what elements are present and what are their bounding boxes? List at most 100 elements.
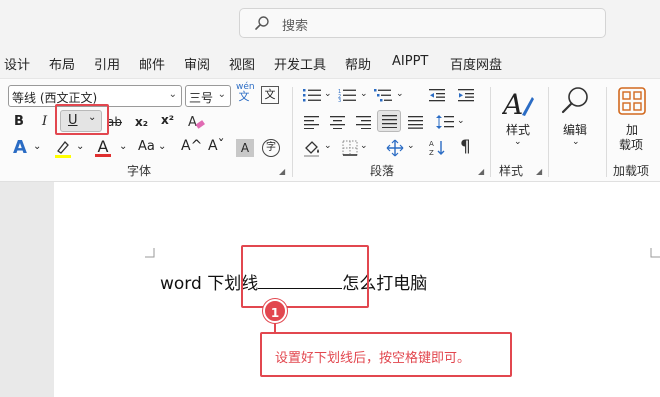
editing-button[interactable]: 编辑 ⌄ — [556, 85, 596, 155]
magnifier-icon — [561, 87, 588, 114]
margin-corner-mark — [145, 248, 155, 258]
styles-button-label: 样式 — [506, 123, 531, 137]
callout-text: 设置好下划线后，按空格键即可。 — [275, 351, 471, 366]
chevron-down-icon: ⌄ — [360, 89, 368, 99]
addins-group-label: 加载项 — [613, 164, 650, 178]
text-effects-button[interactable]: A — [13, 137, 27, 158]
distributed-icon[interactable] — [408, 115, 424, 129]
styles-group-label: 样式 — [499, 164, 524, 178]
enclose-characters-label: 字 — [266, 142, 276, 153]
group-divider — [292, 87, 293, 177]
font-size-select[interactable]: 三号 ⌄ — [185, 85, 231, 107]
enclose-characters-button[interactable]: 字 — [262, 139, 280, 157]
addins-label-line2: 载项 — [619, 138, 644, 152]
font-size-value: 三号 — [189, 91, 214, 105]
decrease-indent-icon[interactable] — [429, 88, 447, 102]
enclose-char-button[interactable]: 文 — [261, 86, 279, 104]
chevron-down-icon: ⌄ — [360, 141, 368, 151]
justify-icon — [382, 115, 397, 128]
superscript-button[interactable]: x² — [161, 113, 174, 127]
align-right-icon[interactable] — [356, 115, 372, 129]
tab-aippt[interactable]: AIPPT — [392, 54, 428, 69]
tab-design[interactable]: 设计 — [4, 54, 30, 73]
enclose-char-label: 文 — [264, 88, 276, 101]
numbering-icon[interactable]: 1 2 3 — [338, 88, 360, 102]
shading-icon[interactable] — [303, 139, 321, 157]
ribbon-tabs: 设计 布局 引用 邮件 审阅 视图 开发工具 帮助 AIPPT 百度网盘 — [0, 50, 660, 74]
search-icon — [255, 16, 269, 30]
bold-button[interactable]: B — [14, 114, 24, 129]
chevron-down-icon: ⌄ — [158, 141, 167, 152]
text-highlight-box — [241, 245, 369, 308]
align-center-icon[interactable] — [330, 115, 346, 129]
chevron-down-icon: ⌄ — [572, 137, 580, 147]
font-group-label: 字体 — [127, 164, 152, 178]
italic-button[interactable]: I — [42, 114, 47, 129]
chevron-down-icon: ⌄ — [76, 141, 85, 152]
tab-developer[interactable]: 开发工具 — [274, 54, 326, 73]
chevron-down-icon: ⌄ — [324, 89, 332, 99]
phonetic-guide-button[interactable]: wén 文 — [236, 83, 255, 103]
font-name-value: 等线 (西文正文) — [12, 91, 98, 105]
group-divider — [548, 87, 549, 177]
underline-highlight-box — [55, 104, 109, 135]
justify-button[interactable] — [377, 110, 401, 132]
highlight-color-icon[interactable] — [54, 139, 72, 159]
subscript-button[interactable]: x₂ — [135, 115, 148, 129]
grow-font-button[interactable]: A^ — [181, 138, 202, 154]
chevron-down-icon: ⌄ — [457, 116, 465, 126]
step-badge: 1 — [263, 299, 287, 323]
styles-icon: A — [502, 88, 534, 119]
chevron-down-icon: ⌄ — [324, 141, 332, 151]
svg-text:Z: Z — [429, 149, 434, 157]
paragraph-group-label: 段落 — [370, 164, 395, 178]
paragraph-dialog-launcher-icon[interactable]: ◢ — [478, 167, 484, 176]
character-shading-label: A — [240, 141, 250, 155]
align-left-icon[interactable] — [304, 115, 320, 129]
chevron-down-icon: ⌄ — [396, 89, 404, 99]
styles-button[interactable]: A 样式 ⌄ — [498, 85, 538, 155]
font-dialog-launcher-icon[interactable]: ◢ — [279, 167, 285, 176]
tab-layout[interactable]: 布局 — [49, 54, 75, 73]
font-color-label: A — [97, 137, 109, 156]
font-color-button[interactable]: A — [95, 137, 111, 157]
show-paragraph-marks-icon[interactable]: ¶ — [460, 137, 471, 157]
chevron-down-icon: ⌄ — [119, 141, 128, 152]
chevron-down-icon: ⌄ — [514, 137, 522, 147]
borders-icon[interactable] — [342, 140, 358, 156]
group-divider — [606, 87, 607, 177]
svg-text:A: A — [188, 115, 197, 130]
bullets-icon[interactable] — [303, 88, 325, 102]
change-case-button[interactable]: Aa — [138, 139, 155, 154]
line-spacing-icon[interactable] — [436, 114, 456, 130]
addins-button[interactable]: 加 载项 — [612, 85, 652, 157]
chevron-down-icon: ⌄ — [217, 89, 226, 100]
tab-baidu-netdisk[interactable]: 百度网盘 — [450, 54, 502, 73]
tab-help[interactable]: 帮助 — [345, 54, 371, 73]
addins-grid-icon — [618, 87, 646, 115]
chevron-down-icon: ⌄ — [407, 141, 415, 151]
tab-mailings[interactable]: 邮件 — [139, 54, 165, 73]
multilevel-list-icon[interactable] — [374, 88, 396, 102]
chevron-down-icon: ⌄ — [168, 89, 177, 100]
chinese-layout-icon[interactable] — [385, 139, 405, 157]
search-box[interactable]: 搜索 — [239, 8, 606, 38]
tab-references[interactable]: 引用 — [94, 54, 120, 73]
group-divider — [490, 87, 491, 177]
title-bar: 搜索 — [0, 0, 660, 46]
strikethrough-button[interactable]: ab — [107, 115, 122, 129]
svg-text:A: A — [429, 140, 434, 148]
sort-icon[interactable]: AZ — [429, 139, 447, 157]
chevron-down-icon: ⌄ — [33, 141, 42, 152]
increase-indent-icon[interactable] — [458, 88, 476, 102]
tab-view[interactable]: 视图 — [229, 54, 255, 73]
margin-corner-mark — [650, 248, 660, 258]
shrink-font-button[interactable]: Aˇ — [208, 138, 225, 154]
tab-review[interactable]: 审阅 — [184, 54, 210, 73]
styles-dialog-launcher-icon[interactable]: ◢ — [536, 167, 542, 176]
clear-formatting-icon[interactable]: A — [187, 113, 205, 131]
character-shading-button[interactable]: A — [236, 139, 254, 157]
svg-text:3: 3 — [338, 98, 341, 102]
svg-text:A: A — [502, 88, 523, 119]
search-placeholder: 搜索 — [282, 19, 309, 34]
